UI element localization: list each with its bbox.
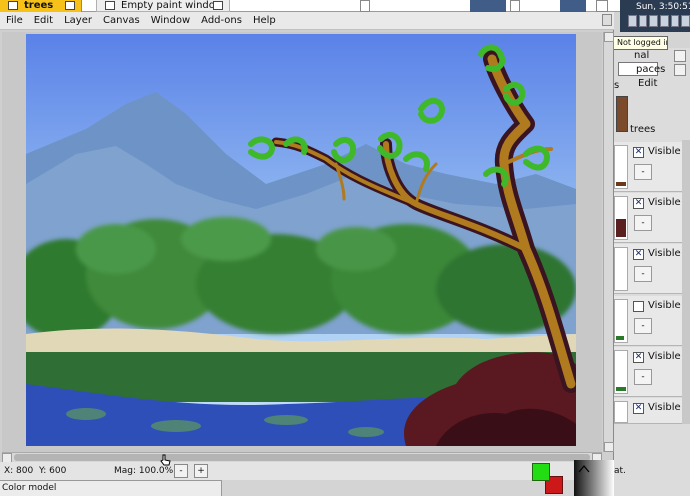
panel-button[interactable]	[674, 64, 686, 76]
layer-mode-select[interactable]: -	[634, 369, 652, 385]
window-icon	[65, 1, 75, 10]
checkmark-icon: ✕	[634, 198, 643, 208]
canvas-horizontal-scrollbar[interactable]	[2, 452, 602, 463]
zoom-out-button[interactable]: -	[174, 464, 188, 478]
window-icon	[8, 1, 18, 10]
taskbar: trees Empty paint window	[0, 0, 690, 12]
cursor-coordinates: X: 800 Y: 600	[4, 466, 66, 476]
menu-overflow-button[interactable]	[602, 14, 612, 26]
layer-row[interactable]: ✕ Visible -	[614, 347, 690, 397]
menu-canvas[interactable]: Canvas	[97, 12, 145, 29]
desktop-icon[interactable]	[360, 0, 370, 12]
checkmark-icon: ✕	[634, 352, 643, 362]
tray-icon[interactable]	[628, 15, 637, 27]
menu-layer[interactable]: Layer	[58, 12, 97, 29]
desktop-icon[interactable]	[560, 0, 586, 12]
visible-checkbox[interactable]	[633, 301, 644, 312]
window-icon	[213, 1, 223, 10]
clock: Sun, 3:50:51 AM	[636, 2, 690, 12]
status-bar: X: 800 Y: 600 Mag: 100.0% - +	[0, 462, 614, 480]
layer-row[interactable]: ✕ Visible -	[614, 244, 690, 294]
panel-button[interactable]	[674, 50, 686, 62]
menu-help[interactable]: Help	[247, 12, 281, 29]
paint-window: File Edit Layer Canvas Window Add-ons He…	[0, 12, 614, 466]
taskbar-tab-trees[interactable]: trees	[0, 0, 82, 12]
layers-scrollbar[interactable]	[682, 140, 690, 424]
canvas-vertical-scrollbar[interactable]	[603, 32, 614, 452]
menu-edit[interactable]: Edit	[28, 12, 58, 29]
visible-label: Visible	[648, 402, 681, 413]
system-tray-icons	[628, 15, 690, 29]
checkmark-icon: ✕	[634, 147, 643, 157]
layer-row[interactable]: Visible -	[614, 296, 690, 346]
layer-thumbnail	[614, 299, 628, 343]
panel-label: s	[614, 80, 620, 91]
login-status: Not logged in	[612, 36, 668, 50]
taskbar-tab-label: trees	[24, 0, 54, 11]
visible-label: Visible	[648, 197, 681, 208]
desktop-icon[interactable]	[510, 0, 520, 12]
layer-thumbnail	[614, 196, 628, 240]
foreground-color-swatch[interactable]	[532, 463, 550, 481]
checkmark-icon: ✕	[634, 249, 643, 259]
layer-row[interactable]: ✕ Visible	[614, 398, 690, 424]
hand-cursor-icon	[160, 454, 171, 466]
desktop-icon[interactable]	[596, 0, 608, 12]
layer-thumbnail	[614, 247, 628, 291]
visible-label: Visible	[648, 248, 681, 259]
menu-window[interactable]: Window	[145, 12, 195, 29]
menu-add-ons[interactable]: Add-ons	[195, 12, 247, 29]
visible-checkbox[interactable]: ✕	[633, 147, 644, 158]
layer-row[interactable]: ✕ Visible -	[614, 142, 690, 192]
panel-label: paces	[636, 64, 666, 75]
visible-label: Visible	[648, 351, 681, 362]
magnification-label: Mag: 100.0%	[114, 466, 174, 476]
visible-checkbox[interactable]: ✕	[633, 403, 644, 414]
layer-mode-select[interactable]: -	[634, 318, 652, 334]
layer-group-title: trees	[630, 124, 656, 135]
scroll-thumb[interactable]	[14, 454, 590, 461]
visible-checkbox[interactable]: ✕	[633, 198, 644, 209]
layer-mode-select[interactable]: -	[634, 215, 652, 231]
layer-row[interactable]: ✕ Visible -	[614, 193, 690, 243]
layer-thumbnail	[614, 401, 628, 423]
menu-file[interactable]: File	[0, 12, 28, 29]
taskbar-tab-empty-paint-window[interactable]: Empty paint window	[96, 0, 230, 12]
tray-icon[interactable]	[681, 15, 690, 27]
layer-thumbnail	[614, 145, 628, 189]
tray-icon[interactable]	[638, 15, 648, 27]
saturation-label: at.	[614, 466, 626, 476]
visible-label: Visible	[648, 146, 681, 157]
painting-canvas[interactable]	[26, 34, 576, 446]
tray-icon[interactable]	[660, 15, 669, 27]
scroll-down-button[interactable]	[604, 442, 614, 452]
layer-mode-select[interactable]: -	[634, 164, 652, 180]
visible-checkbox[interactable]: ✕	[633, 249, 644, 260]
scroll-up-button[interactable]	[604, 32, 614, 42]
layer-group-thumbnail[interactable]	[616, 96, 628, 132]
tray-icon[interactable]	[649, 15, 659, 27]
visible-label: Visible	[648, 300, 681, 311]
window-icon	[105, 1, 115, 10]
layer-thumbnail	[614, 350, 628, 394]
panel-label: nal	[634, 50, 650, 61]
checkmark-icon: ✕	[634, 403, 643, 413]
x-coordinate: X: 800	[4, 466, 34, 476]
menu-bar: File Edit Layer Canvas Window Add-ons He…	[0, 12, 614, 30]
y-coordinate: Y: 600	[38, 466, 67, 476]
taskbar-tab-label: Empty paint window	[121, 0, 224, 11]
panel-label: Edit	[638, 78, 658, 89]
swap-colors-icon[interactable]	[578, 464, 590, 474]
color-model-panel-title[interactable]: Color model	[0, 480, 222, 496]
zoom-in-button[interactable]: +	[194, 464, 208, 478]
layer-mode-select[interactable]: -	[634, 266, 652, 282]
desktop-icon[interactable]	[470, 0, 506, 12]
visible-checkbox[interactable]: ✕	[633, 352, 644, 363]
tray-icon[interactable]	[670, 15, 680, 27]
